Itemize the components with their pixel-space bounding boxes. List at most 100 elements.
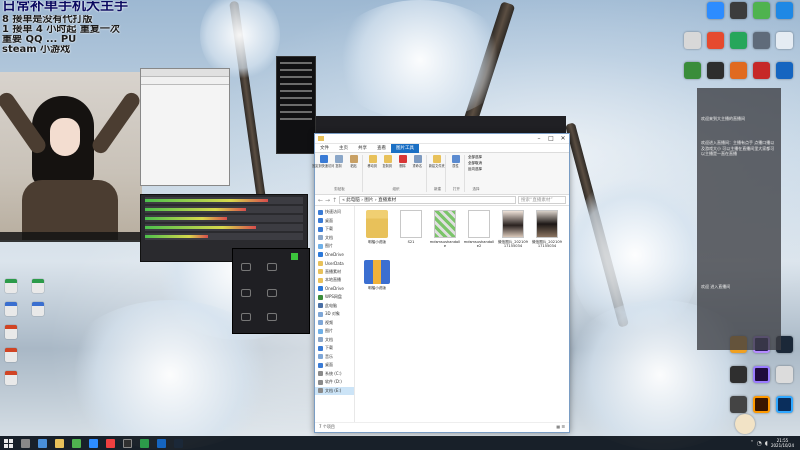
app-icon[interactable] bbox=[753, 32, 770, 49]
nav-item[interactable]: 下载 bbox=[315, 344, 354, 353]
network-icon[interactable]: ◔ bbox=[757, 440, 762, 447]
obs-tool-icon[interactable] bbox=[267, 289, 277, 297]
copy-button[interactable]: 复制 bbox=[332, 155, 345, 185]
nav-item[interactable]: 音乐 bbox=[315, 353, 354, 362]
delete-button[interactable]: 删除 bbox=[396, 155, 409, 185]
webcam-control-bar[interactable] bbox=[0, 232, 142, 242]
close-button[interactable]: ✕ bbox=[557, 134, 569, 143]
copy-to-button[interactable]: 复制到 bbox=[381, 155, 394, 185]
back-arrow-icon[interactable]: ← bbox=[318, 197, 323, 204]
nav-item[interactable]: 文档 bbox=[315, 336, 354, 345]
nav-item[interactable]: 视频 bbox=[315, 319, 354, 328]
nav-item[interactable]: WPS网盘 bbox=[315, 293, 354, 302]
task-view-icon[interactable] bbox=[38, 438, 47, 448]
tab-file[interactable]: 文件 bbox=[315, 144, 334, 153]
obs-tool-icon[interactable] bbox=[267, 263, 277, 271]
nav-item[interactable]: 快速访问 bbox=[315, 208, 354, 217]
clock[interactable]: 21:55 2021/10/24 bbox=[771, 438, 794, 448]
app-icon[interactable] bbox=[684, 32, 701, 49]
chrome-taskbar-icon[interactable] bbox=[72, 438, 81, 448]
word-file-icon[interactable] bbox=[32, 302, 44, 316]
obs-tool-icon[interactable] bbox=[241, 289, 251, 297]
file-explorer-taskbar-icon[interactable] bbox=[55, 438, 64, 448]
file-item[interactable]: S21 bbox=[395, 210, 427, 258]
rename-button[interactable]: 重命名 bbox=[411, 155, 424, 185]
file-item[interactable]: 微信图片_20210917155034 bbox=[497, 210, 529, 258]
nav-item[interactable]: 3D 对象 bbox=[315, 310, 354, 319]
qq-taskbar-icon[interactable] bbox=[157, 438, 166, 448]
nav-item[interactable]: UserData bbox=[315, 259, 354, 268]
app-icon[interactable] bbox=[707, 62, 724, 79]
nav-item[interactable]: 软件 (D:) bbox=[315, 378, 354, 387]
window-titlebar[interactable] bbox=[141, 69, 229, 77]
tab-picture-tools[interactable]: 图片工具 bbox=[391, 143, 419, 153]
nav-item[interactable]: 文档 (E:) bbox=[315, 386, 354, 395]
app-icon[interactable] bbox=[730, 62, 747, 79]
app-icon[interactable] bbox=[753, 62, 770, 79]
nav-item[interactable]: 桌面 bbox=[315, 217, 354, 226]
view-toggle-icon[interactable]: ▦ ☰ bbox=[556, 423, 565, 430]
select-none-button[interactable]: 全部取消 bbox=[468, 161, 482, 166]
background-spreadsheet-window[interactable] bbox=[140, 68, 230, 186]
paste-button[interactable]: 粘贴 bbox=[347, 155, 360, 185]
file-item[interactable]: 微信图片_20210917155034 bbox=[531, 210, 563, 258]
new-folder-button[interactable]: 新建文件夹 bbox=[429, 155, 444, 185]
nav-item[interactable]: 下载 bbox=[315, 225, 354, 234]
nav-item[interactable]: 文档 bbox=[315, 234, 354, 243]
pin-quick-access-button[interactable]: 固定到快速访问 bbox=[312, 155, 335, 185]
nav-item[interactable]: OneDrive bbox=[315, 251, 354, 260]
pdf-file-icon[interactable] bbox=[5, 348, 17, 362]
search-input[interactable]: 搜索“直播素材” bbox=[518, 196, 566, 204]
nav-item[interactable]: 图片 bbox=[315, 242, 354, 251]
nav-item[interactable]: 桌面 bbox=[315, 361, 354, 370]
nav-item[interactable]: 直播素材 bbox=[315, 268, 354, 277]
nav-item[interactable]: OneDrive bbox=[315, 285, 354, 294]
app-icon[interactable] bbox=[684, 62, 701, 79]
tab-view[interactable]: 查看 bbox=[372, 144, 391, 153]
maximize-button[interactable]: □ bbox=[545, 134, 557, 143]
up-arrow-icon[interactable]: ↑ bbox=[332, 197, 337, 204]
app-icon[interactable] bbox=[730, 32, 747, 49]
excel-taskbar-icon[interactable] bbox=[140, 438, 149, 448]
nav-item[interactable]: 此电脑 bbox=[315, 302, 354, 311]
chevron-up-icon[interactable]: ˄ bbox=[751, 440, 754, 447]
search-icon[interactable] bbox=[21, 438, 30, 448]
minimize-button[interactable]: – bbox=[533, 134, 545, 143]
obs-tool-icon[interactable] bbox=[241, 313, 251, 321]
app-icon[interactable] bbox=[707, 32, 724, 49]
tab-share[interactable]: 共享 bbox=[353, 144, 372, 153]
explorer-titlebar[interactable]: – □ ✕ bbox=[315, 134, 569, 144]
obs-taskbar-icon[interactable] bbox=[123, 438, 132, 448]
nav-item[interactable]: 系统 (C:) bbox=[315, 370, 354, 379]
move-to-button[interactable]: 移动到 bbox=[366, 155, 379, 185]
file-item[interactable]: 明楷小说版 bbox=[361, 260, 393, 308]
media-player-bar[interactable] bbox=[316, 116, 566, 133]
obs-tool-icon[interactable] bbox=[267, 313, 277, 321]
qq-icon[interactable] bbox=[776, 62, 793, 79]
start-button[interactable] bbox=[4, 438, 13, 448]
invert-selection-button[interactable]: 反向选择 bbox=[468, 167, 482, 172]
word-file-icon[interactable] bbox=[5, 302, 17, 316]
chrome-icon[interactable] bbox=[753, 2, 770, 19]
obs-control-panel[interactable] bbox=[232, 248, 310, 334]
excel-file-icon[interactable] bbox=[32, 279, 44, 293]
file-item[interactable]: 明楷小说版 bbox=[361, 210, 393, 258]
nav-item[interactable]: 本地直播 bbox=[315, 276, 354, 285]
select-all-button[interactable]: 全部选择 bbox=[468, 155, 482, 160]
forward-arrow-icon[interactable]: → bbox=[325, 197, 330, 204]
tab-home[interactable]: 主页 bbox=[334, 144, 353, 153]
file-explorer-window[interactable]: – □ ✕ 文件 主页 共享 查看 图片工具 固定到快速访问 复制 粘贴 剪贴板… bbox=[312, 133, 570, 433]
volume-icon[interactable]: ◖ bbox=[765, 440, 768, 447]
app-icon[interactable] bbox=[776, 32, 793, 49]
properties-button[interactable]: 属性 bbox=[449, 155, 462, 185]
nav-item[interactable]: 图片 bbox=[315, 327, 354, 336]
pdf-file-icon[interactable] bbox=[5, 371, 17, 385]
app-icon[interactable] bbox=[730, 396, 747, 413]
app-icon[interactable] bbox=[730, 366, 747, 383]
app-icon[interactable] bbox=[776, 366, 793, 383]
app-taskbar-icon[interactable] bbox=[89, 438, 98, 448]
after-effects-icon[interactable] bbox=[753, 366, 770, 383]
obs-tool-icon[interactable] bbox=[241, 263, 251, 271]
steam-taskbar-icon[interactable] bbox=[174, 438, 183, 448]
file-item[interactable]: mdsmsushandolle bbox=[429, 210, 461, 258]
